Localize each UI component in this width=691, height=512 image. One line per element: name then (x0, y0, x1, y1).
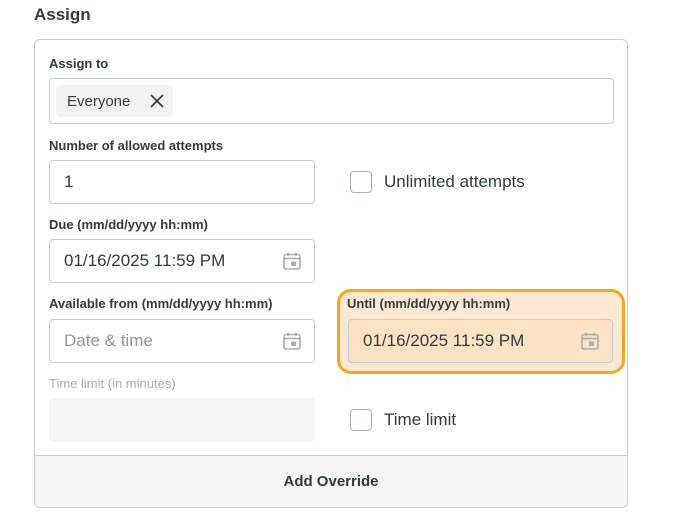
time-limit-checkbox[interactable] (350, 409, 372, 431)
section-title: Assign (34, 5, 91, 24)
time-limit-input (49, 398, 315, 442)
attempts-value: 1 (64, 172, 74, 191)
add-override-button[interactable]: Add Override (35, 455, 627, 507)
assign-page: Assign Until (mm/dd/yyyy hh:mm) 01/16/20… (0, 0, 691, 512)
time-limit-option[interactable]: Time limit (350, 409, 456, 431)
due-input[interactable]: 01/16/2025 11:59 PM (49, 239, 315, 283)
calendar-icon[interactable] (282, 331, 302, 351)
due-label: Due (mm/dd/yyyy hh:mm) (49, 217, 208, 232)
unlimited-attempts-option[interactable]: Unlimited attempts (350, 171, 525, 193)
calendar-icon[interactable] (282, 251, 302, 271)
due-value: 01/16/2025 11:59 PM (64, 251, 226, 270)
assignee-tag-label: Everyone (67, 92, 131, 110)
assign-to-input[interactable]: Everyone (49, 78, 614, 124)
close-icon[interactable] (149, 93, 165, 109)
time-limit-checkbox-label: Time limit (384, 410, 457, 429)
available-from-label: Available from (mm/dd/yyyy hh:mm) (49, 296, 273, 311)
unlimited-attempts-label: Unlimited attempts (384, 172, 525, 191)
assign-to-label: Assign to (49, 56, 109, 71)
attempts-label: Number of allowed attempts (49, 138, 224, 153)
attempts-input[interactable]: 1 (49, 160, 315, 204)
available-from-input[interactable]: Date & time (49, 319, 315, 363)
available-from-placeholder: Date & time (64, 331, 153, 350)
assign-card: Assign to Everyone Number of allowed att… (34, 39, 628, 508)
add-override-label: Add Override (283, 473, 379, 490)
unlimited-attempts-checkbox[interactable] (350, 171, 372, 193)
time-limit-label: Time limit (in minutes) (49, 376, 176, 391)
assignee-tag: Everyone (56, 85, 173, 117)
